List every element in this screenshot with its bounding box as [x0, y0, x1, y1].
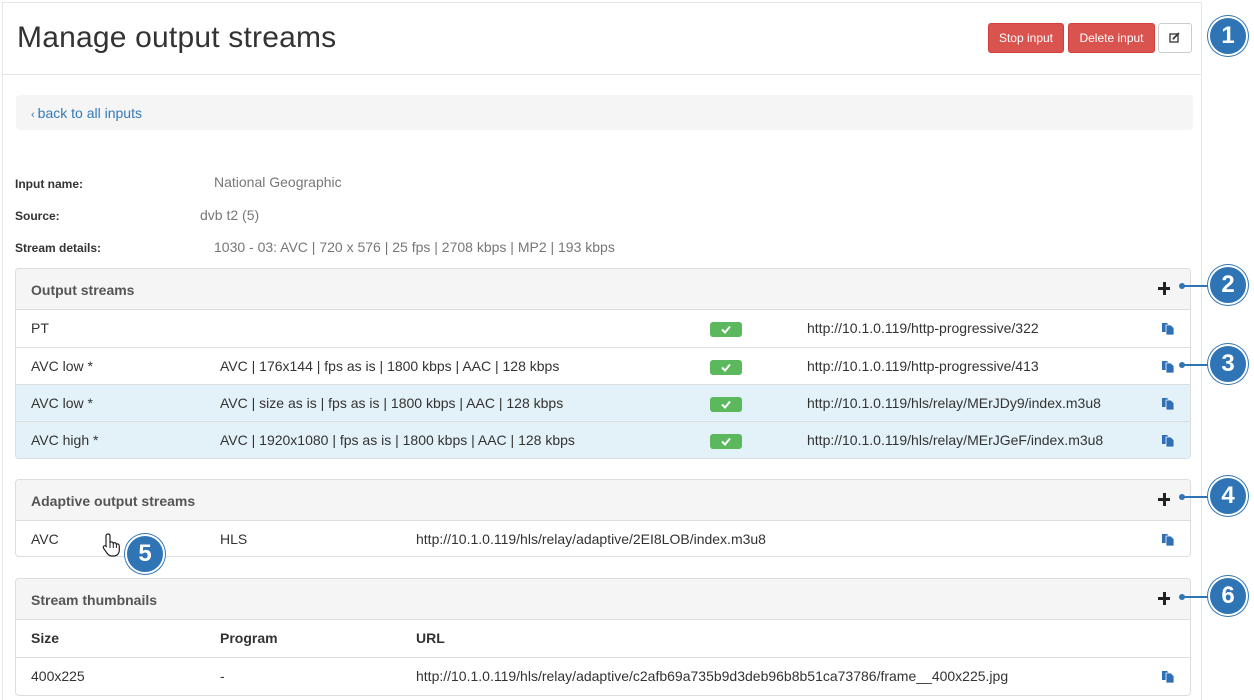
thumbnails-table-header: Size Program URL: [16, 620, 1190, 657]
callout-leader: [1182, 364, 1210, 366]
stream-url: http://10.1.0.119/hls/relay/MErJDy9/inde…: [807, 395, 1101, 411]
column-header-size: Size: [31, 630, 60, 646]
adaptive-streams-panel: Adaptive output streams AVC HLS http://1…: [15, 479, 1191, 557]
input-name-value: National Geographic: [214, 174, 342, 190]
check-icon: [721, 400, 731, 409]
stream-url: http://10.1.0.119/http-progressive/322: [807, 320, 1039, 336]
status-ok-badge: [710, 397, 742, 412]
hand-cursor-icon: [102, 533, 120, 557]
output-streams-header: Output streams: [16, 269, 1190, 310]
copy-icon[interactable]: [1161, 359, 1175, 373]
stream-details: AVC | 1920x1080 | fps as is | 1800 kbps …: [220, 432, 575, 448]
chevron-left-icon: ‹: [31, 109, 35, 121]
check-icon: [721, 437, 731, 446]
stream-url: http://10.1.0.119/http-progressive/413: [807, 358, 1039, 374]
page-title: Manage output streams: [17, 21, 337, 54]
stream-details: AVC | 176x144 | fps as is | 1800 kbps | …: [220, 358, 560, 374]
back-link-label: back to all inputs: [37, 105, 142, 121]
copy-icon[interactable]: [1161, 669, 1175, 683]
stream-name: AVC low *: [31, 358, 93, 374]
add-thumbnail-icon[interactable]: [1156, 588, 1174, 608]
delete-input-button[interactable]: Delete input: [1068, 23, 1155, 53]
output-stream-row[interactable]: AVC low * AVC | 176x144 | fps as is | 18…: [16, 347, 1190, 384]
adaptive-stream-name: AVC: [31, 531, 59, 547]
copy-icon[interactable]: [1161, 433, 1175, 447]
output-stream-row[interactable]: PT http://10.1.0.119/http-progressive/32…: [16, 310, 1190, 347]
callout-2: 2: [1208, 265, 1248, 305]
stream-name: PT: [31, 320, 49, 336]
copy-icon[interactable]: [1161, 396, 1175, 410]
stream-url: http://10.1.0.119/hls/relay/MErJGeF/inde…: [807, 432, 1104, 448]
check-icon: [721, 363, 731, 372]
copy-icon[interactable]: [1161, 321, 1175, 335]
adaptive-stream-url: http://10.1.0.119/hls/relay/adaptive/2EI…: [416, 531, 766, 547]
edit-button[interactable]: [1158, 23, 1192, 53]
callout-leader: [1182, 596, 1210, 598]
thumbnail-program: -: [220, 668, 225, 684]
stream-details-value: 1030 - 03: AVC | 720 x 576 | 25 fps | 27…: [214, 239, 615, 255]
stop-input-button[interactable]: Stop input: [988, 23, 1064, 53]
copy-icon[interactable]: [1161, 532, 1175, 546]
status-ok-badge: [710, 434, 742, 449]
breadcrumb: ‹ back to all inputs: [16, 95, 1193, 130]
stream-thumbnails-panel: Stream thumbnails Size Program URL 400x2…: [15, 578, 1191, 696]
source-label: Source:: [15, 209, 60, 223]
callout-3: 3: [1208, 344, 1248, 384]
output-stream-row[interactable]: AVC high * AVC | 1920x1080 | fps as is |…: [16, 421, 1190, 458]
check-icon: [721, 325, 731, 334]
callout-5: 5: [125, 534, 165, 574]
add-output-stream-icon[interactable]: [1156, 278, 1174, 298]
stream-details: AVC | size as is | fps as is | 1800 kbps…: [220, 395, 564, 411]
input-name-label: Input name:: [15, 177, 83, 191]
add-adaptive-stream-icon[interactable]: [1156, 489, 1174, 509]
callout-1: 1: [1208, 16, 1248, 56]
page-header: Manage output streams Stop input Delete …: [3, 3, 1201, 75]
output-streams-panel: Output streams PT http://10.1.0.119/http…: [15, 268, 1191, 459]
thumbnail-url: http://10.1.0.119/hls/relay/adaptive/c2a…: [416, 668, 1009, 684]
source-value: dvb t2 (5): [200, 207, 260, 223]
callout-leader: [1182, 285, 1210, 287]
column-header-program: Program: [220, 630, 278, 646]
adaptive-streams-title: Adaptive output streams: [31, 493, 196, 509]
column-header-url: URL: [416, 630, 445, 646]
stream-name: AVC high *: [31, 432, 99, 448]
status-ok-badge: [710, 360, 742, 375]
stream-name: AVC low *: [31, 395, 93, 411]
status-ok-badge: [710, 322, 742, 337]
edit-icon: [1169, 32, 1180, 43]
thumbnail-row[interactable]: 400x225 - http://10.1.0.119/hls/relay/ad…: [16, 657, 1190, 694]
app-window: Manage output streams Stop input Delete …: [2, 2, 1202, 700]
stream-thumbnails-header: Stream thumbnails: [16, 579, 1190, 620]
adaptive-stream-row[interactable]: AVC HLS http://10.1.0.119/hls/relay/adap…: [16, 521, 1190, 556]
callout-6: 6: [1208, 576, 1248, 616]
output-stream-row[interactable]: AVC low * AVC | size as is | fps as is |…: [16, 384, 1190, 421]
back-to-inputs-link[interactable]: ‹ back to all inputs: [31, 105, 142, 121]
stream-details-label: Stream details:: [15, 241, 102, 255]
adaptive-stream-protocol: HLS: [220, 531, 248, 547]
callout-leader: [1182, 496, 1210, 498]
callout-4: 4: [1208, 476, 1248, 516]
thumbnail-size: 400x225: [31, 668, 85, 684]
output-streams-title: Output streams: [31, 282, 135, 298]
adaptive-streams-header: Adaptive output streams: [16, 480, 1190, 521]
stream-thumbnails-title: Stream thumbnails: [31, 592, 158, 608]
